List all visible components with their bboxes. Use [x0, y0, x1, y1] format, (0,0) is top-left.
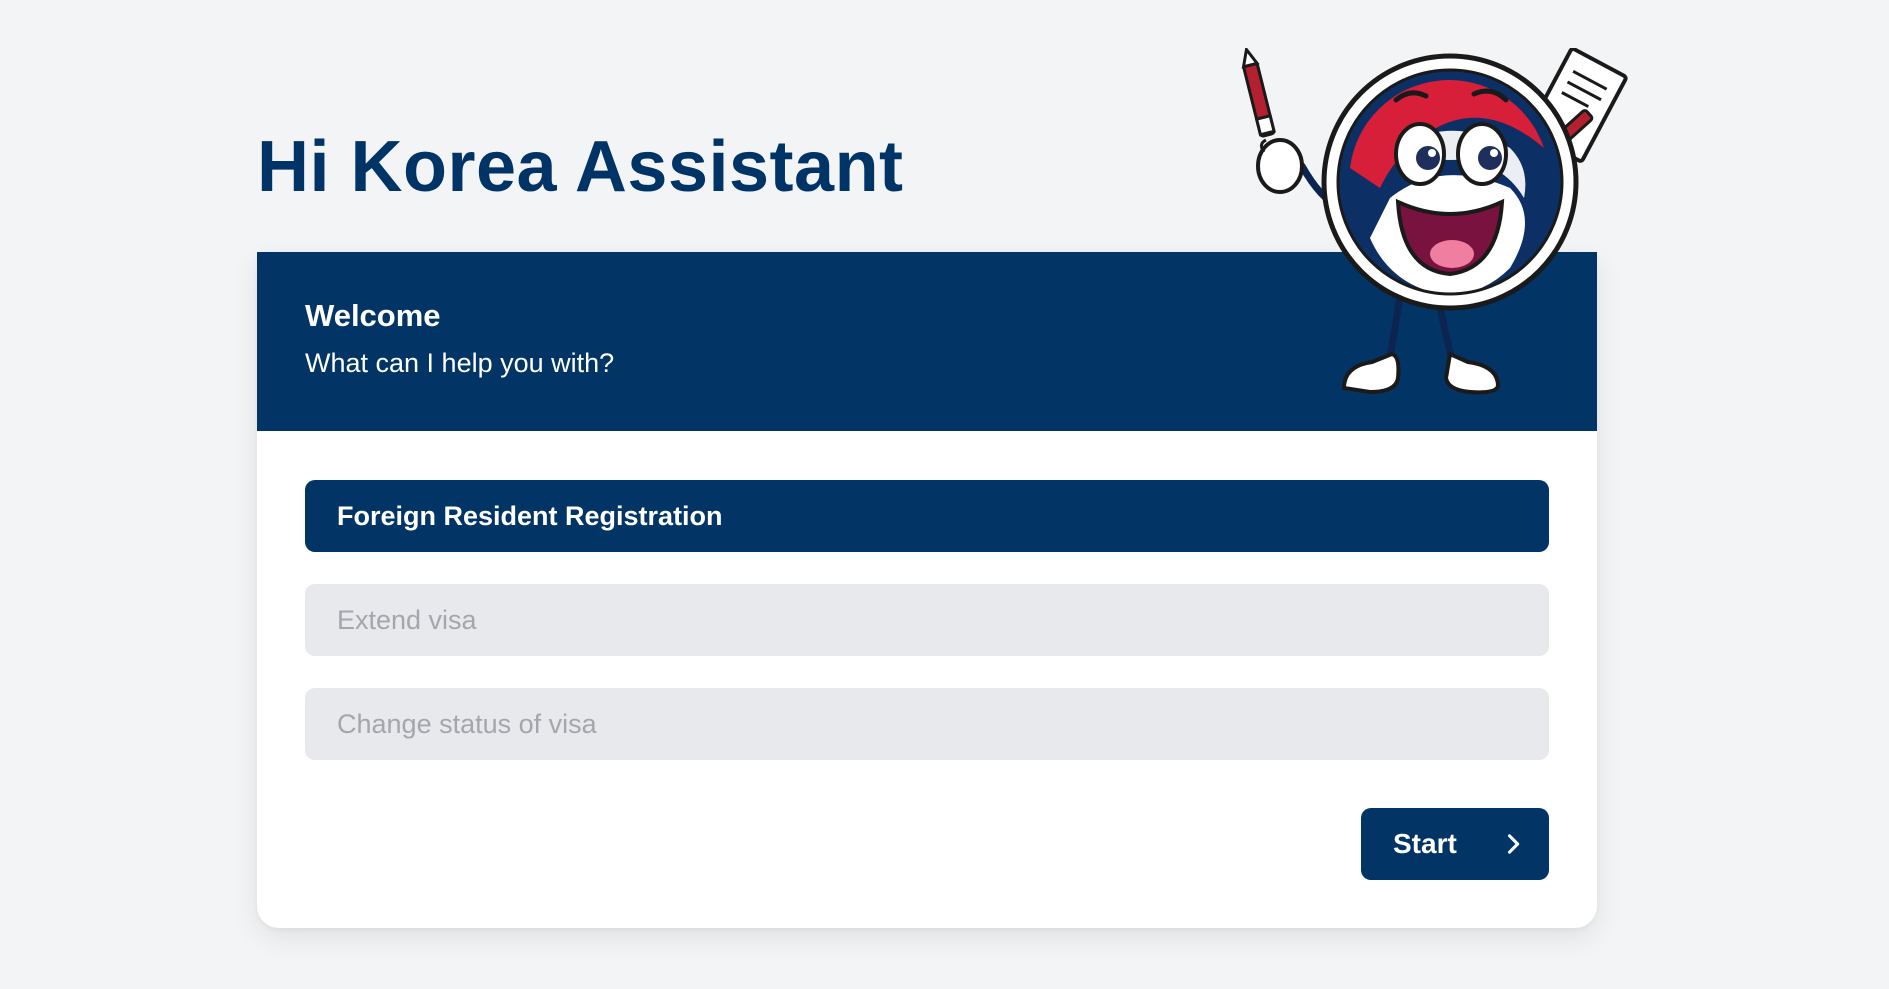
page-title: Hi Korea Assistant: [257, 127, 904, 207]
option-change-status-of-visa[interactable]: Change status of visa: [305, 688, 1549, 760]
chevron-right-icon: [1507, 834, 1520, 854]
option-label: Foreign Resident Registration: [337, 500, 723, 531]
option-label: Change status of visa: [337, 708, 597, 739]
welcome-subtitle: What can I help you with?: [305, 348, 615, 378]
option-foreign-resident-registration[interactable]: Foreign Resident Registration: [305, 480, 1549, 552]
start-button[interactable]: Start: [1361, 808, 1549, 880]
option-label: Extend visa: [337, 604, 477, 635]
start-button-label: Start: [1393, 828, 1457, 859]
mascot-illustration: [1241, 48, 1628, 395]
welcome-title: Welcome: [305, 298, 441, 333]
option-extend-visa[interactable]: Extend visa: [305, 584, 1549, 656]
